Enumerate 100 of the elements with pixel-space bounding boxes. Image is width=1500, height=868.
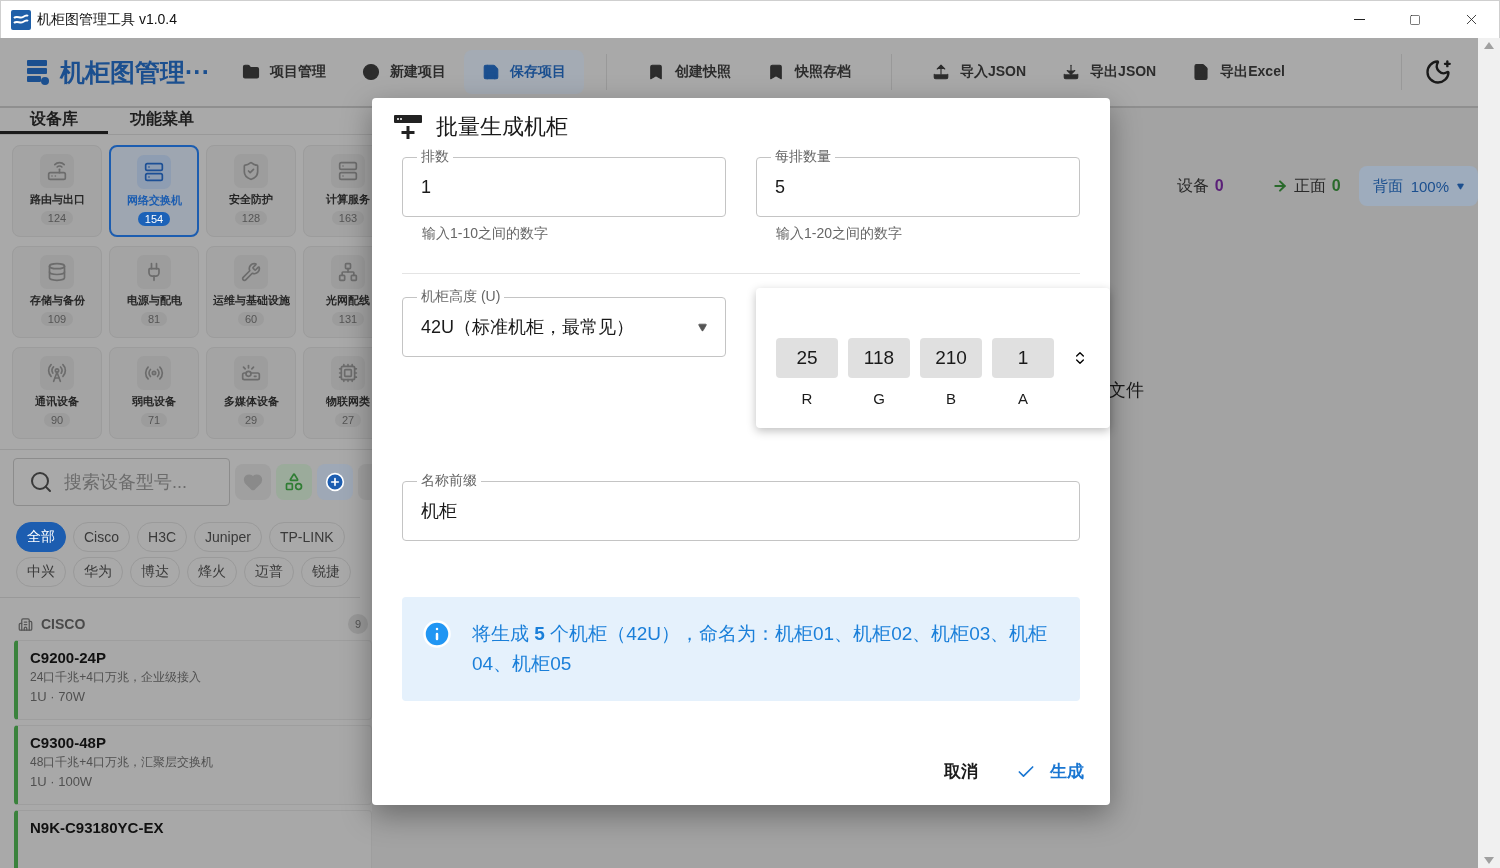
brand-filter-chip[interactable]: 中兴 <box>16 557 66 587</box>
height-select[interactable]: 机柜高度 (U) 42U（标准机柜，最常见） <box>402 288 726 357</box>
add-shapes-button[interactable] <box>276 464 312 500</box>
brand-filter-chip[interactable]: 烽火 <box>187 557 237 587</box>
device-card[interactable]: C9300-48P 48口千兆+4口万兆，汇聚层交换机 1U · 100W <box>14 725 372 805</box>
category-card[interactable]: 光网配线 131 <box>303 246 372 338</box>
category-card[interactable]: 电源与配电 81 <box>109 246 199 338</box>
category-card[interactable]: 物联网类 27 <box>303 347 372 439</box>
category-name: 物联网类 <box>326 394 370 409</box>
building-icon <box>18 616 33 632</box>
category-card[interactable]: 运维与基础设施 60 <box>206 246 296 338</box>
shield-check-icon <box>241 161 261 181</box>
toolbar-button[interactable]: 导出Excel <box>1174 50 1303 94</box>
category-card[interactable]: 计算服务 163 <box>303 145 372 237</box>
brand-filter-chip[interactable]: 锐捷 <box>301 557 351 587</box>
device-model: N9K-C93180YC-EX <box>30 819 165 836</box>
brand-filter-chip[interactable]: Cisco <box>73 522 130 552</box>
field-value: 5 <box>775 176 785 198</box>
network-icon <box>338 262 358 282</box>
category-name: 弱电设备 <box>132 394 176 409</box>
rack-logo-icon <box>26 58 50 86</box>
brand-filter-chip[interactable]: 迈普 <box>244 557 294 587</box>
device-model: C9300-48P <box>30 734 107 751</box>
scroll-down-icon[interactable] <box>1484 857 1494 864</box>
rack-add-icon <box>394 113 422 141</box>
category-count: 154 <box>137 212 171 226</box>
channel-input[interactable]: 118 <box>848 338 910 378</box>
favorite-button[interactable] <box>235 464 271 500</box>
stat-value: 0 <box>1214 177 1224 195</box>
category-name: 存储与备份 <box>29 293 85 308</box>
category-card[interactable]: 网络交换机 154 <box>109 145 199 237</box>
channel-input[interactable]: 210 <box>920 338 982 378</box>
window-title: 机柜图管理工具 v1.0.4 <box>37 10 179 29</box>
toolbar-button[interactable]: 项目管理 <box>224 50 344 94</box>
category-card[interactable]: 多媒体设备 29 <box>206 347 296 439</box>
app-logo-icon <box>11 9 31 30</box>
caret-icon <box>1457 182 1464 190</box>
rows-field[interactable]: 排数 1 <box>402 148 726 217</box>
toolbar-button[interactable]: 快照存档 <box>749 50 869 94</box>
toolbar-button[interactable]: 导入JSON <box>914 50 1045 94</box>
category-name: 路由与出口 <box>29 192 85 207</box>
category-card[interactable]: 安全防护 128 <box>206 145 296 237</box>
wrench-icon <box>241 262 261 282</box>
brand-filter-chip[interactable]: TP-LINK <box>268 522 345 552</box>
brand-filter-chip[interactable]: H3C <box>137 522 188 552</box>
brand-filter-chip[interactable]: Juniper <box>194 522 262 552</box>
scrollbar[interactable] <box>1478 38 1500 868</box>
category-name: 通讯设备 <box>35 394 79 409</box>
sidebar-tab[interactable]: 设备库 <box>0 108 108 134</box>
category-card[interactable]: 路由与出口 124 <box>12 145 102 237</box>
toolbar-button[interactable]: 导出JSON <box>1044 50 1175 94</box>
view-select[interactable]: 背面 100% <box>1358 166 1478 206</box>
category-name: 安全防护 <box>229 192 273 207</box>
category-count: 90 <box>43 413 71 427</box>
sidebar-tab[interactable]: 功能菜单 <box>108 108 216 134</box>
toolbar-button[interactable]: 新建项目 <box>344 50 464 94</box>
helper-text: 输入1-20之间的数字 <box>776 225 904 243</box>
category-count: 60 <box>237 312 265 326</box>
brand-filter-chip[interactable]: 华为 <box>73 557 123 587</box>
category-name: 运维与基础设施 <box>212 293 290 308</box>
category-name: 网络交换机 <box>126 193 182 208</box>
helper-text: 输入1-10之间的数字 <box>422 225 550 243</box>
device-description: 24口千兆+4口万兆，企业级接入 <box>30 669 203 686</box>
field-label: 名称前缀 <box>420 472 478 490</box>
minimize-icon <box>1353 19 1365 20</box>
device-model: C9200-24P <box>30 649 107 666</box>
device-specs: 1U · 70W <box>30 689 86 704</box>
toolbar-button[interactable]: 保存项目 <box>464 50 584 94</box>
app-title: 机柜图管理··· <box>60 56 210 88</box>
category-card[interactable]: 存储与备份 109 <box>12 246 102 338</box>
moon-icon[interactable] <box>1424 58 1452 86</box>
category-name: 光网配线 <box>326 293 370 308</box>
generate-button[interactable]: 生成 <box>1012 754 1088 789</box>
device-card[interactable]: C9200-24P 24口千兆+4口万兆，企业级接入 1U · 70W <box>14 640 372 720</box>
category-card[interactable]: 通讯设备 90 <box>12 347 102 439</box>
stat-value: 0 <box>1331 177 1341 195</box>
category-card[interactable]: 弱电设备 71 <box>109 347 199 439</box>
add-button[interactable] <box>317 464 353 500</box>
category-count: 29 <box>237 413 265 427</box>
per-row-field[interactable]: 每排数量 5 <box>756 148 1080 217</box>
stat-label: 设备 <box>1176 175 1209 196</box>
device-card[interactable]: N9K-C93180YC-EX <box>14 810 372 868</box>
category-name: 计算服务 <box>326 192 370 207</box>
group-count: 9 <box>348 614 368 634</box>
brand-filter-chip[interactable]: 博达 <box>130 557 180 587</box>
channel-label: A <box>1018 390 1028 407</box>
server-icon <box>338 161 358 181</box>
select-value: 42U（标准机柜，最常见） <box>421 316 636 339</box>
channel-input[interactable]: 1 <box>992 338 1054 378</box>
prefix-field[interactable]: 名称前缀 机柜 <box>402 472 1080 541</box>
search-field[interactable]: 搜索设备型号... <box>13 458 230 506</box>
download-icon <box>1062 63 1081 81</box>
channel-input[interactable]: 25 <box>776 338 838 378</box>
info-text: 将生成 5 个机柜（42U），命名为：机柜01、机柜02、机柜03、机柜04、机柜05 <box>472 622 1049 676</box>
category-count: 163 <box>331 211 365 225</box>
toolbar-button[interactable]: 创建快照 <box>629 50 749 94</box>
category-count: 124 <box>40 211 74 225</box>
brand-filter-chip[interactable]: 全部 <box>16 522 66 552</box>
scroll-up-icon[interactable] <box>1484 42 1494 49</box>
cancel-button[interactable]: 取消 <box>940 754 982 789</box>
